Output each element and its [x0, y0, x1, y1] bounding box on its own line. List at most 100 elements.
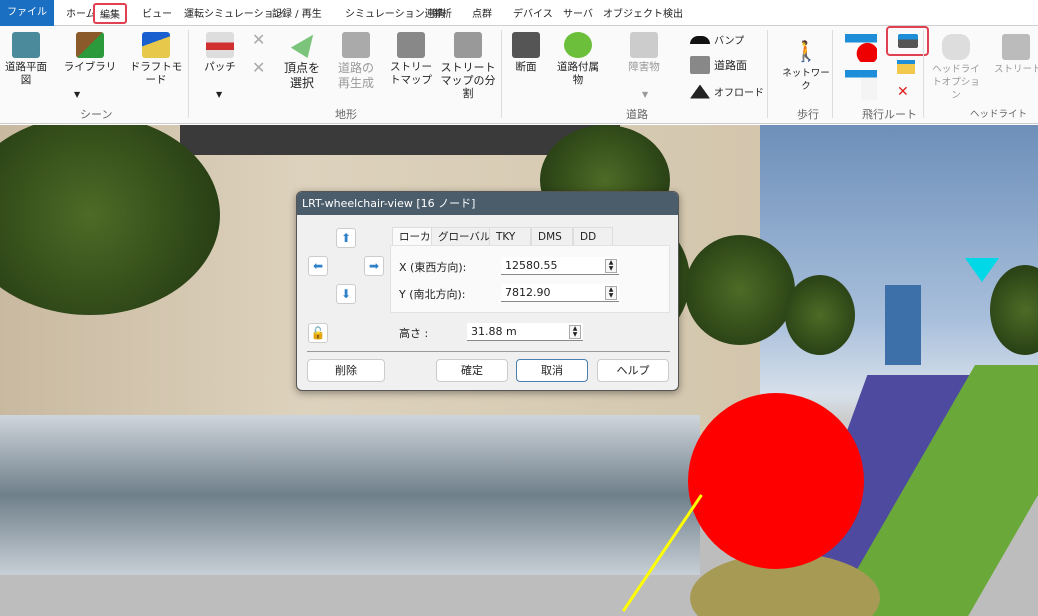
divider	[501, 30, 502, 118]
y-label: Y (南北方向):	[399, 288, 466, 301]
road-furniture-button[interactable]: 道路付属物	[556, 32, 600, 87]
patch-icon	[206, 32, 234, 58]
height-label: 高さ :	[399, 327, 429, 340]
ok-button[interactable]: 確定	[436, 359, 508, 382]
move-up-button[interactable]: ⬆	[336, 228, 356, 248]
split-street-map-button[interactable]: ストリートマップの分割	[440, 32, 496, 100]
ribbon-tabs: ファイル ホーム 編集 ビュー 運転シミュレーション 記録 / 再生 シミュレー…	[0, 0, 1038, 26]
signpost-tree-icon	[564, 32, 592, 58]
select-vertex-button[interactable]: 頂点を選択	[280, 32, 324, 91]
add-vertex-icon[interactable]: ✕	[252, 30, 265, 49]
streetlight-icon	[1002, 34, 1030, 60]
tab-driving-sim[interactable]: 運転シミュレーション	[184, 5, 284, 20]
height-spinner[interactable]: ▲ ▼	[569, 325, 581, 339]
barrier-icon	[630, 32, 658, 58]
tab-device[interactable]: デバイス	[513, 5, 553, 20]
patch-button[interactable]: パッチ	[200, 32, 240, 74]
offroad-icon	[690, 84, 710, 99]
x-spinner[interactable]: ▲ ▼	[605, 259, 617, 273]
tab-object-detect[interactable]: オブジェクト検出	[603, 5, 683, 20]
tab-tky[interactable]: TKY	[489, 227, 531, 245]
divider	[307, 351, 670, 352]
tab-dd[interactable]: DD	[573, 227, 613, 245]
road-plan-icon	[12, 32, 40, 58]
street-map-button[interactable]: ストリートマップ	[386, 32, 436, 87]
group-walk-label: 歩行	[797, 108, 819, 121]
triangle-vertex-icon	[290, 34, 314, 58]
group-scene-label: シーン	[80, 108, 113, 121]
open-flight-icon[interactable]	[897, 60, 915, 74]
road-section-icon	[512, 32, 540, 58]
group-road-label: 道路	[626, 108, 648, 121]
delete-flight-icon[interactable]: ✕	[897, 84, 915, 100]
road-surface-icon	[690, 56, 710, 74]
help-button[interactable]: ヘルプ	[597, 359, 669, 382]
divider	[188, 30, 189, 118]
save-flight-icon	[897, 34, 918, 48]
ribbon: 道路平面図 ライブラリ ▼ ドラフトモード シーン パッチ ▼ ✕ ✕ 頂点を選…	[0, 26, 1038, 124]
headlight-options-button[interactable]: ヘッドライトオプション	[928, 34, 984, 102]
move-down-button[interactable]: ⬇	[336, 284, 356, 304]
draft-ruler-icon	[142, 32, 170, 58]
tab-record-play[interactable]: 記録 / 再生	[272, 5, 322, 20]
tab-server[interactable]: サーバ	[563, 5, 593, 20]
patch-dropdown-icon[interactable]: ▼	[216, 90, 222, 99]
tab-dms[interactable]: DMS	[531, 227, 573, 245]
tab-analysis[interactable]: 解析	[432, 5, 452, 20]
delete-vertex-icon[interactable]: ✕	[252, 58, 265, 77]
x-coordinate-input[interactable]: 12580.55 ▲ ▼	[501, 257, 619, 275]
red-sphere-marker	[688, 393, 864, 569]
streetlight-button[interactable]: ストリートラ	[994, 34, 1038, 76]
group-flight-label: 飛行ルート	[862, 108, 917, 121]
road-regen-icon	[342, 32, 370, 58]
bump-button[interactable]: バンプ	[690, 32, 744, 47]
library-dropdown-icon[interactable]: ▼	[74, 90, 80, 99]
offroad-button[interactable]: オフロード	[690, 84, 764, 99]
move-left-button[interactable]: ⬅	[308, 256, 328, 276]
group-terrain-label: 地形	[335, 108, 357, 121]
road-surface-button[interactable]: 道路面	[690, 56, 747, 74]
x-label: X (東西方向):	[399, 261, 467, 274]
water-channel	[0, 415, 700, 575]
node-position-dialog: LRT-wheelchair-view [16 ノード] ⬆ ⬅ ➡ ⬇ 🔓 ロ…	[296, 191, 679, 391]
library-button[interactable]: ライブラリ	[62, 32, 118, 74]
tab-sim-link[interactable]: シミュレーション連携	[345, 5, 445, 20]
tab-view[interactable]: ビュー	[142, 5, 172, 20]
lock-open-icon[interactable]: 🔓	[308, 323, 328, 343]
group-headlight-label: ヘッドライト	[970, 109, 1028, 120]
network-button[interactable]: 🚶 ネットワーク	[782, 38, 830, 93]
scissors-map-icon	[454, 32, 482, 58]
record-flight-icon[interactable]	[845, 34, 877, 62]
tab-edit[interactable]: 編集	[93, 3, 127, 24]
tree	[785, 275, 855, 355]
edit-flight-icon[interactable]	[845, 70, 877, 100]
tab-point-cloud[interactable]: 点群	[472, 5, 492, 20]
divider	[923, 30, 924, 118]
delete-button[interactable]: 削除	[307, 359, 385, 382]
obstacle-dropdown-icon[interactable]: ▼	[642, 90, 648, 99]
height-input[interactable]: 31.88 m ▲ ▼	[467, 323, 583, 341]
tree	[685, 235, 795, 345]
tab-file[interactable]: ファイル	[0, 0, 54, 26]
obstacle-button[interactable]: 障害物	[622, 32, 666, 74]
road-plan-button[interactable]: 道路平面図	[4, 32, 48, 87]
cancel-button[interactable]: 取消	[516, 359, 588, 382]
divider	[767, 30, 768, 118]
section-button[interactable]: 断面	[508, 32, 544, 74]
library-icon	[76, 32, 104, 58]
tab-global[interactable]: グローバル	[431, 227, 498, 245]
dialog-title: LRT-wheelchair-view [16 ノード]	[297, 192, 678, 215]
y-spinner[interactable]: ▲ ▼	[605, 286, 617, 300]
divider	[832, 30, 833, 118]
pedestrians-icon: 🚶	[793, 39, 819, 63]
coordinate-panel	[390, 245, 670, 313]
bump-icon	[690, 35, 710, 44]
car-icon	[942, 34, 970, 60]
y-coordinate-input[interactable]: 7812.90 ▲ ▼	[501, 284, 619, 302]
tab-home[interactable]: ホーム	[66, 5, 96, 20]
tower-building	[885, 285, 921, 365]
tree	[990, 265, 1038, 355]
regen-road-button[interactable]: 道路の再生成	[334, 32, 378, 91]
draft-mode-button[interactable]: ドラフトモード	[128, 32, 184, 87]
move-right-button[interactable]: ➡	[364, 256, 384, 276]
